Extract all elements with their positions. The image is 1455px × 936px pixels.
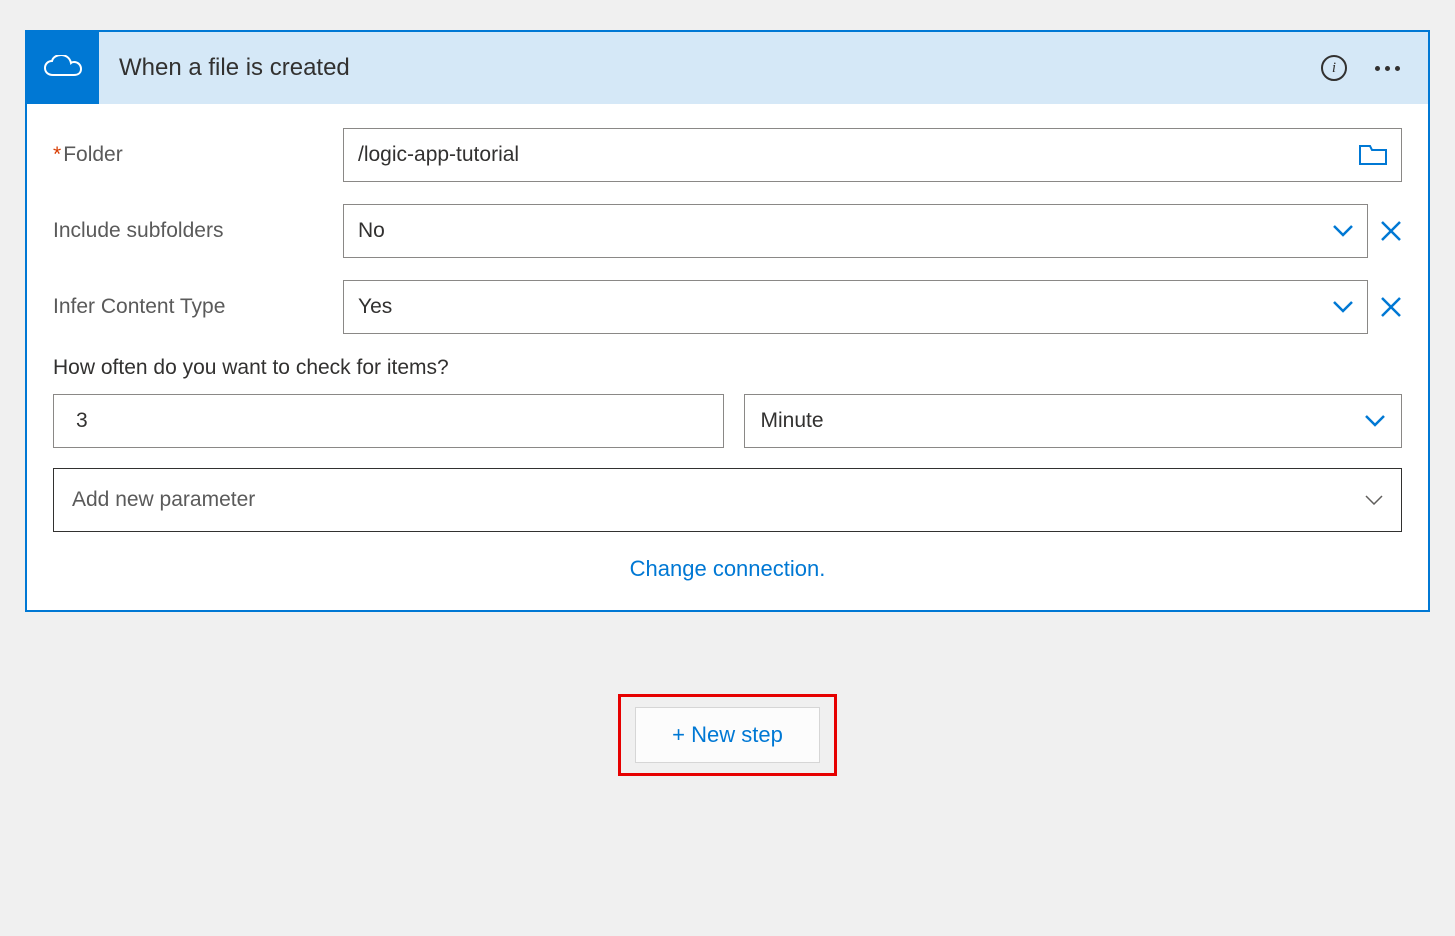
info-icon[interactable]: i bbox=[1321, 55, 1347, 81]
folder-input[interactable]: /logic-app-tutorial bbox=[343, 128, 1402, 182]
folder-picker-icon[interactable] bbox=[1359, 144, 1387, 166]
infer-content-type-row: Infer Content Type Yes bbox=[53, 280, 1402, 334]
folder-row: *Folder /logic-app-tutorial bbox=[53, 128, 1402, 182]
how-often-label: How often do you want to check for items… bbox=[53, 356, 1402, 380]
interval-row: Minute bbox=[53, 394, 1402, 448]
include-subfolders-dropdown[interactable]: No bbox=[343, 204, 1368, 258]
interval-unit-value: Minute bbox=[761, 409, 824, 433]
chevron-down-icon bbox=[1333, 301, 1353, 313]
onedrive-icon bbox=[27, 32, 99, 104]
required-asterisk: * bbox=[53, 143, 61, 166]
chevron-down-icon bbox=[1333, 225, 1353, 237]
new-step-button[interactable]: + New step bbox=[635, 707, 820, 763]
chevron-down-icon bbox=[1365, 495, 1383, 505]
change-connection-link[interactable]: Change connection. bbox=[630, 556, 826, 581]
trigger-card: When a file is created i *Folder /logic-… bbox=[25, 30, 1430, 612]
infer-content-type-value: Yes bbox=[358, 295, 392, 319]
card-header-actions: i bbox=[1321, 55, 1428, 81]
new-step-highlight: + New step bbox=[618, 694, 837, 776]
more-menu-icon[interactable] bbox=[1371, 62, 1404, 75]
card-header[interactable]: When a file is created i bbox=[27, 32, 1428, 104]
remove-param-icon[interactable] bbox=[1380, 220, 1402, 242]
card-body: *Folder /logic-app-tutorial Include subf… bbox=[27, 104, 1428, 610]
infer-content-type-label: Infer Content Type bbox=[53, 295, 343, 319]
change-connection-container: Change connection. bbox=[53, 556, 1402, 582]
interval-unit-dropdown[interactable]: Minute bbox=[744, 394, 1403, 448]
include-subfolders-row: Include subfolders No bbox=[53, 204, 1402, 258]
card-title: When a file is created bbox=[99, 54, 1321, 82]
include-subfolders-label: Include subfolders bbox=[53, 219, 343, 243]
interval-input[interactable] bbox=[53, 394, 724, 448]
chevron-down-icon bbox=[1365, 415, 1385, 427]
add-parameter-dropdown[interactable]: Add new parameter bbox=[53, 468, 1402, 532]
new-step-container: + New step bbox=[25, 694, 1430, 776]
folder-label: *Folder bbox=[53, 143, 343, 167]
remove-param-icon[interactable] bbox=[1380, 296, 1402, 318]
include-subfolders-value: No bbox=[358, 219, 385, 243]
add-parameter-label: Add new parameter bbox=[72, 488, 255, 512]
folder-value: /logic-app-tutorial bbox=[358, 143, 519, 167]
infer-content-type-dropdown[interactable]: Yes bbox=[343, 280, 1368, 334]
